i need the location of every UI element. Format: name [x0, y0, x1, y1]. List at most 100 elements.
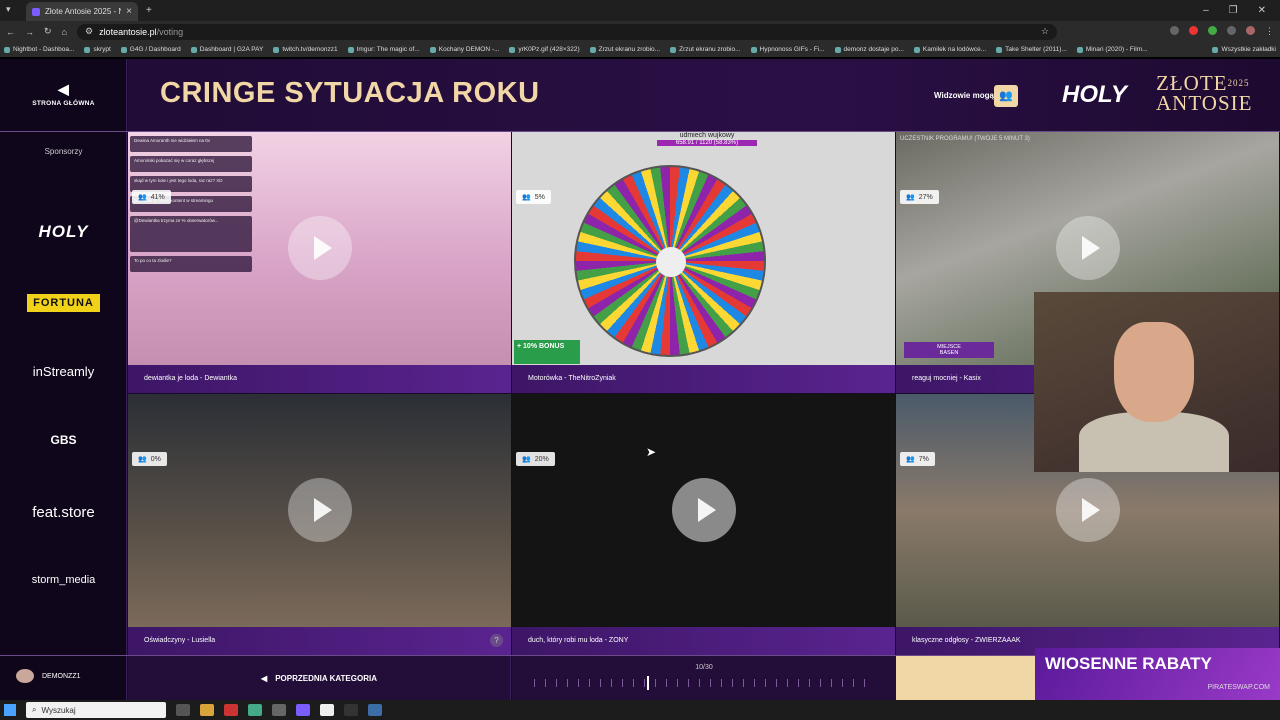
app-icon[interactable]	[344, 704, 358, 716]
url-host: zloteantosie.pl	[99, 26, 157, 37]
chrome-icon[interactable]	[248, 704, 262, 716]
users-icon: 👥	[522, 194, 531, 201]
play-icon[interactable]	[1056, 478, 1120, 542]
maximize-icon[interactable]: ❐	[1229, 5, 1238, 16]
extension-icon[interactable]	[1208, 26, 1217, 35]
tab-title: Złote Antosie 2025 - Największ	[45, 7, 121, 16]
nominee-card[interactable]: 👥 0% Oświadczyny - Lusiella ?	[128, 394, 511, 655]
prize-wheel	[574, 165, 766, 357]
url-input[interactable]: ⚙ zloteantosie.pl/voting ☆	[76, 23, 1057, 40]
minimize-icon[interactable]: –	[1203, 5, 1209, 16]
bookmark-icon	[429, 46, 436, 53]
site-info-icon[interactable]: ⚙	[85, 26, 93, 37]
promo-banner[interactable]: WIOSENNE RABATY PIRATESWAP.COM	[1035, 648, 1280, 700]
chrome-active-icon[interactable]	[368, 704, 382, 716]
bookmark-item[interactable]: Kamilek na lodówce...	[913, 46, 986, 53]
mouse-cursor-icon: ➤	[646, 445, 657, 459]
home-link[interactable]: ◀ STRONA GŁÓWNA	[0, 81, 127, 107]
task-view-icon[interactable]	[176, 704, 190, 716]
bookmark-item[interactable]: Hypnonoss GIFs - Fi...	[750, 46, 825, 53]
home-icon[interactable]: ⌂	[62, 27, 67, 37]
help-icon[interactable]: ?	[490, 634, 503, 647]
bookmark-item[interactable]: Nightbot - Dashboa...	[4, 46, 74, 53]
bookmark-item[interactable]: twitch.tv/demonzz1	[273, 46, 338, 53]
app-icon[interactable]	[296, 704, 310, 716]
play-icon[interactable]	[1056, 216, 1120, 280]
menu-kebab-icon[interactable]: ⋮	[1265, 26, 1274, 37]
sponsor-fortuna-logo[interactable]: FORTUNA	[27, 294, 100, 312]
play-icon[interactable]	[288, 478, 352, 542]
bookmark-icon	[750, 46, 757, 53]
next-category-button[interactable]	[896, 656, 1035, 700]
bookmark-icon	[120, 46, 127, 53]
sponsor-featstore-logo[interactable]: feat.store	[0, 504, 127, 521]
app-icon[interactable]	[272, 704, 286, 716]
users-icon: 👥	[906, 194, 915, 201]
user-profile[interactable]: DEMONZZ1	[16, 669, 81, 683]
file-explorer-icon[interactable]	[200, 704, 214, 716]
bookmark-item[interactable]: skrypt	[84, 46, 111, 53]
browser-tab[interactable]: Złote Antosie 2025 - Największ ×	[26, 2, 138, 21]
place-overlay: MIEJSCE BASEN	[904, 342, 994, 358]
profile-avatar[interactable]	[1246, 26, 1255, 35]
bookmark-star-icon[interactable]: ☆	[1041, 26, 1049, 37]
sponsor-holy-logo[interactable]: HOLY	[0, 222, 127, 242]
play-icon[interactable]	[288, 216, 352, 280]
bookmark-item[interactable]: yrK0Pz.gif (428×322)	[509, 46, 580, 53]
brand-holy-logo: HOLY	[1062, 81, 1127, 108]
bookmark-item[interactable]: demonz dostaje po...	[834, 46, 904, 53]
previous-category-label: POPRZEDNIA KATEGORIA	[275, 673, 377, 683]
bookmark-icon	[84, 46, 91, 53]
extension-icon[interactable]	[1189, 26, 1198, 35]
app-icon[interactable]	[224, 704, 238, 716]
bookmark-item[interactable]: Zrzut ekranu zrobio...	[589, 46, 660, 53]
previous-category-button[interactable]: ◀ POPRZEDNIA KATEGORIA	[128, 656, 511, 700]
bookmark-item[interactable]: Kochany DEMON -...	[429, 46, 499, 53]
nominee-grid: Dewina Amoranth nie widziałem na ttv Amo…	[128, 132, 1280, 655]
taskbar-search-input[interactable]: ⌕ Wyszukaj	[26, 702, 166, 718]
bookmark-item[interactable]: Imgur: The magic of...	[347, 46, 420, 53]
new-tab-icon[interactable]: +	[146, 5, 152, 16]
video-thumbnail[interactable]	[512, 394, 895, 627]
play-icon[interactable]	[672, 478, 736, 542]
promo-site: PIRATESWAP.COM	[1207, 684, 1271, 691]
tab-search-icon[interactable]: ▾	[6, 4, 11, 15]
window-close-icon[interactable]: ✕	[1258, 5, 1266, 16]
sponsor-gbs-logo[interactable]: GBS	[0, 433, 127, 447]
back-icon[interactable]: ←	[6, 27, 15, 37]
extension-icon[interactable]	[1170, 26, 1179, 35]
windows-start-icon[interactable]	[4, 704, 16, 716]
progress-ticks	[534, 679, 874, 687]
tab-close-icon[interactable]: ×	[126, 6, 132, 17]
forward-icon[interactable]: →	[25, 27, 34, 37]
reload-icon[interactable]: ↻	[44, 26, 52, 37]
video-thumbnail[interactable]: Dewina Amoranth nie widziałem na ttv Amo…	[128, 132, 511, 365]
bookmark-icon	[347, 46, 354, 53]
nominee-card[interactable]: 👥 20% duch, który robi mu loda - ZONY	[512, 394, 895, 655]
bookmark-item[interactable]: Zrzut ekranu zrobio...	[670, 46, 741, 53]
nominee-card[interactable]: udmiech wujkowy 658.91 / 1120 (58.83%) + …	[512, 132, 895, 393]
search-icon: ⌕	[32, 705, 37, 714]
sponsor-instreamly-logo[interactable]: inStreamly	[0, 364, 127, 379]
video-thumbnail[interactable]	[128, 394, 511, 627]
sponsor-stormmedia-logo[interactable]: storm_media	[0, 574, 127, 586]
bookmark-item[interactable]: Minari (2020) - Film...	[1076, 46, 1148, 53]
bookmark-icon	[670, 46, 677, 53]
bookmark-icon	[273, 46, 280, 53]
viewers-users-icon[interactable]: 👥	[994, 85, 1018, 107]
bookmark-item[interactable]: Dashboard | G2A PAY	[190, 46, 263, 53]
all-bookmarks[interactable]: Wszystkie zakładki	[1212, 46, 1276, 53]
video-thumbnail[interactable]: udmiech wujkowy 658.91 / 1120 (58.83%) + …	[512, 132, 895, 365]
home-label: STRONA GŁÓWNA	[32, 100, 95, 107]
chat-message: Amonimiki pokazać się w coraz głębszej	[130, 156, 252, 172]
extensions-puzzle-icon[interactable]	[1227, 26, 1236, 35]
nominee-card[interactable]: Dewina Amoranth nie widziałem na ttv Amo…	[128, 132, 511, 393]
browser-titlebar: ▾ Złote Antosie 2025 - Największ × + – ❐…	[0, 0, 1280, 21]
taskbar: ⌕ Wyszukaj	[0, 700, 1280, 720]
bookmark-item[interactable]: Take Shelter (2011)...	[996, 46, 1067, 53]
bookmark-icon	[834, 46, 841, 53]
chat-overlay: Dewina Amoranth nie widziałem na ttv Amo…	[130, 136, 252, 276]
bookmark-icon	[589, 46, 596, 53]
app-icon[interactable]	[320, 704, 334, 716]
bookmark-item[interactable]: G4G / Dashboard	[120, 46, 181, 53]
